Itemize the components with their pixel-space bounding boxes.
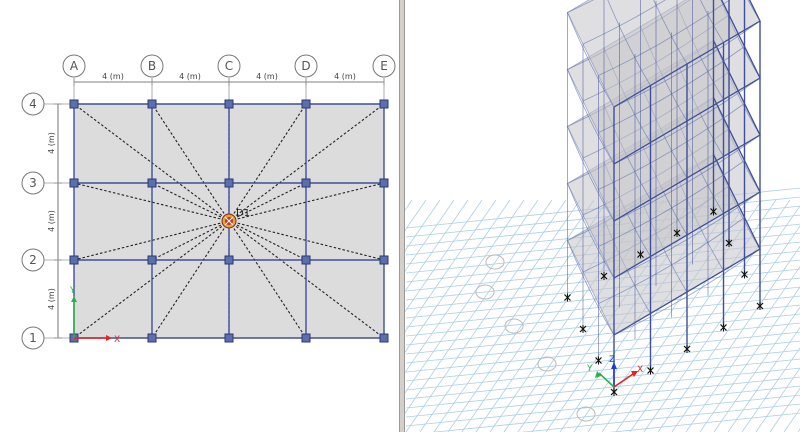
point-label: D1 xyxy=(236,208,250,219)
x-spacing-label: 4 (m) xyxy=(102,72,124,81)
grid-label-3: 3 xyxy=(29,176,37,190)
y-spacing-label: 4 (m) xyxy=(47,132,56,154)
plan-view-canvas[interactable]: D1 A B C D E 4 3 2 1 4 (m) 4 (m) 4 (m) 4… xyxy=(0,0,399,432)
grid-label-b: B xyxy=(148,59,156,73)
x-spacing-label: 4 (m) xyxy=(256,72,278,81)
diaphragm-center-point[interactable] xyxy=(221,213,237,229)
etabs-window: D1 A B C D E 4 3 2 1 4 (m) 4 (m) 4 (m) 4… xyxy=(0,0,800,432)
plan-view-pane[interactable]: D1 A B C D E 4 3 2 1 4 (m) 4 (m) 4 (m) 4… xyxy=(0,0,400,432)
grid-label-4: 4 xyxy=(29,97,37,111)
grid-label-1: 1 xyxy=(29,331,37,345)
grid-label-e: E xyxy=(380,59,388,73)
model-axis-y-label: Y xyxy=(586,364,593,374)
grid-label-c: C xyxy=(225,59,233,73)
x-spacing-label: 4 (m) xyxy=(334,72,356,81)
plan-axis-y-label: Y xyxy=(69,286,76,296)
model-3d-canvas[interactable]: Z X Y xyxy=(405,0,800,432)
model-3d-view-pane[interactable]: Z X Y xyxy=(404,0,800,432)
grid-label-d: D xyxy=(301,59,310,73)
model-axis-z-label: Z xyxy=(609,355,615,365)
y-spacing-label: 4 (m) xyxy=(47,288,56,310)
grid-label-a: A xyxy=(70,59,79,73)
x-spacing-label: 4 (m) xyxy=(179,72,201,81)
y-spacing-label: 4 (m) xyxy=(47,210,56,232)
plan-axis-x-label: X xyxy=(114,335,120,345)
model-axis-x-label: X xyxy=(637,365,643,375)
grid-label-2: 2 xyxy=(29,253,37,267)
